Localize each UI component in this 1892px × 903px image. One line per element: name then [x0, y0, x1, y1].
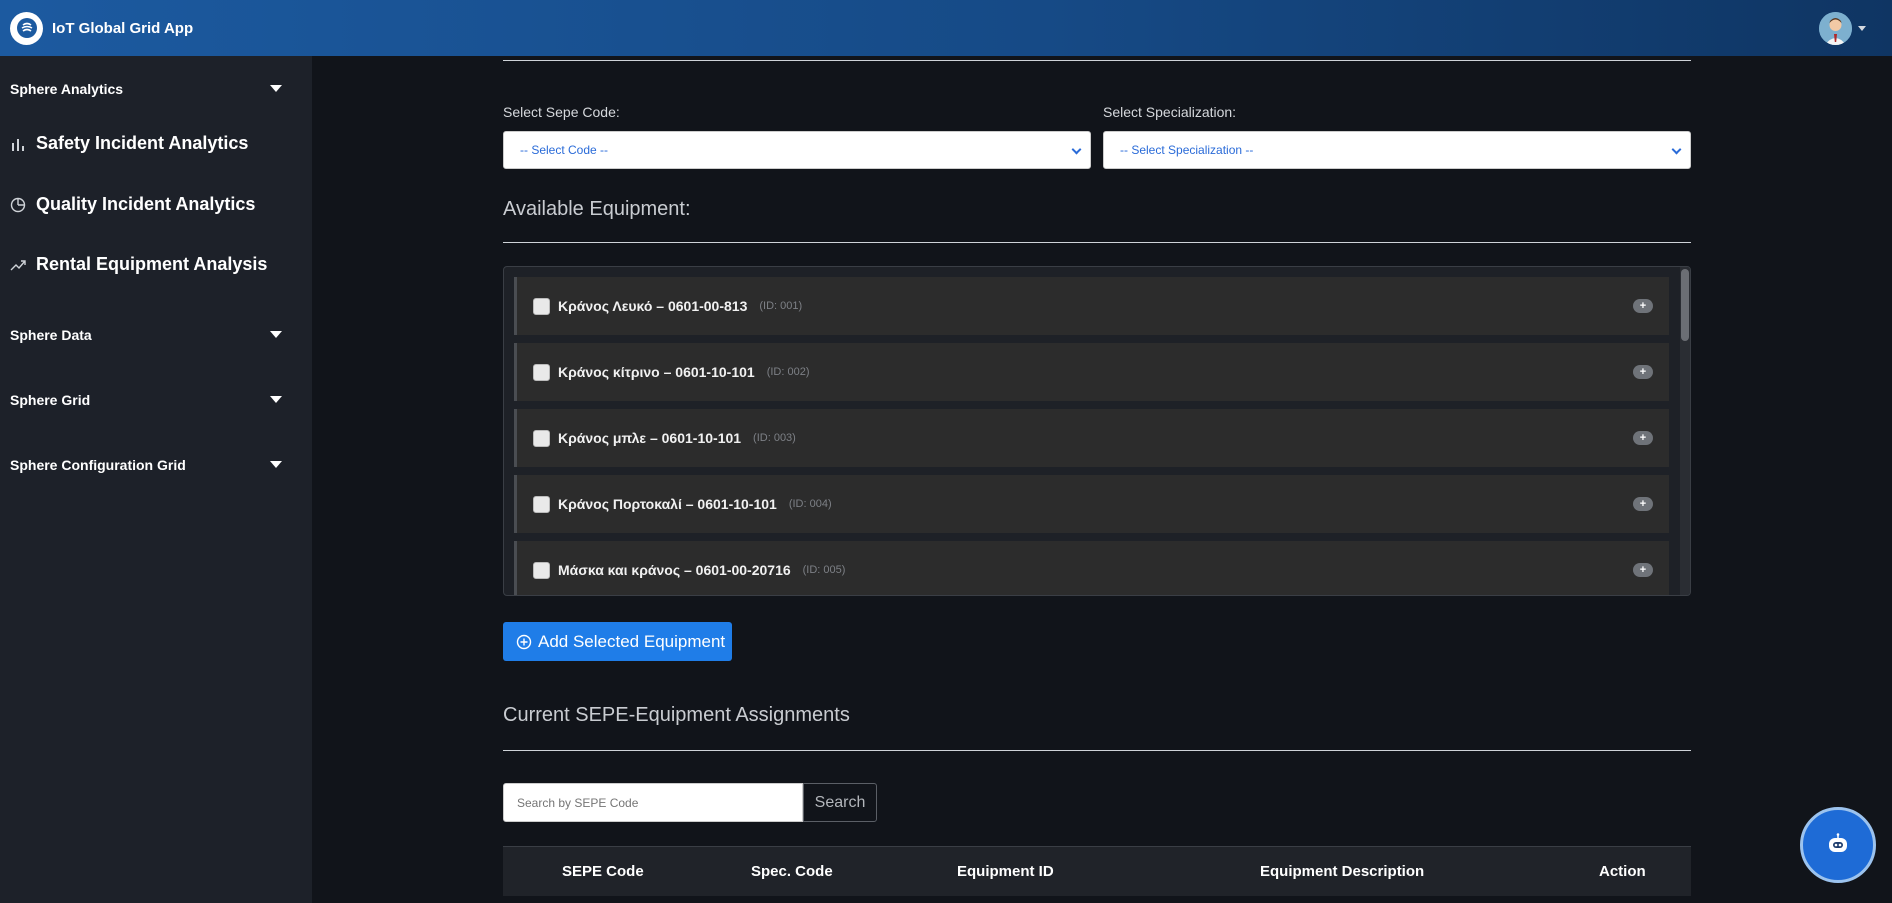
app-title[interactable]: IoT Global Grid App	[52, 20, 193, 37]
sepe-code-select[interactable]: -- Select Code --	[503, 131, 1091, 169]
assignments-table-header: SEPE Code Spec. Code Equipment ID Equipm…	[503, 846, 1691, 896]
sepe-code-label: Select Sepe Code:	[503, 104, 620, 120]
scrollbar[interactable]	[1680, 267, 1690, 595]
list-item[interactable]: Κράνος μπλε – 0601-10-101 (ID: 003) +	[514, 409, 1669, 467]
list-item[interactable]: Κράνος Πορτοκαλί – 0601-10-101 (ID: 004)…	[514, 475, 1669, 533]
top-header: IoT Global Grid App	[0, 0, 1892, 56]
column-header-action[interactable]: Action	[1599, 863, 1646, 880]
expand-icon[interactable]: +	[1633, 299, 1653, 313]
equipment-name: Κράνος Λευκό – 0601-00-813	[558, 298, 748, 314]
column-header-equipment-id[interactable]: Equipment ID	[957, 863, 1054, 880]
caret-down-icon[interactable]	[270, 85, 282, 92]
equipment-id: (ID: 001)	[759, 300, 803, 312]
sidebar-item-label: Quality Incident Analytics	[36, 194, 256, 214]
equipment-name: Κράνος μπλε – 0601-10-101	[558, 430, 742, 446]
equipment-list[interactable]: Κράνος Λευκό – 0601-00-813 (ID: 001) + Κ…	[503, 266, 1691, 596]
chatbot-icon	[1829, 833, 1847, 852]
expand-icon[interactable]: +	[1633, 365, 1653, 379]
chevron-down-icon[interactable]	[1858, 26, 1866, 31]
equipment-id: (ID: 002)	[766, 366, 810, 378]
trend-up-icon	[10, 259, 26, 270]
divider	[503, 750, 1691, 751]
expand-icon[interactable]: +	[1633, 563, 1653, 577]
list-item[interactable]: Μάσκα και κράνος – 0601-00-20716 (ID: 00…	[514, 541, 1669, 595]
sidebar-item-label: Safety Incident Analytics	[36, 133, 249, 153]
list-item[interactable]: Κράνος κίτρινο – 0601-10-101 (ID: 002) +	[514, 343, 1669, 401]
add-selected-equipment-button[interactable]: Add Selected Equipment	[503, 622, 732, 661]
equipment-id: (ID: 003)	[753, 432, 796, 444]
sidebar-section-sphere-data[interactable]: Sphere Data	[10, 327, 92, 343]
sidebar-item-label: Rental Equipment Analysis	[36, 254, 268, 274]
sidebar-item-quality-incident-analytics[interactable]: Quality Incident Analytics	[10, 194, 255, 215]
equipment-name: Κράνος κίτρινο – 0601-10-101	[558, 364, 755, 380]
caret-down-icon[interactable]	[270, 331, 282, 338]
search-input-field[interactable]	[504, 784, 802, 821]
expand-icon[interactable]: +	[1633, 497, 1653, 511]
avatar[interactable]	[1819, 12, 1852, 45]
equipment-id: (ID: 004)	[788, 498, 832, 510]
search-input[interactable]	[503, 783, 803, 822]
available-equipment-title: Available Equipment:	[503, 198, 691, 220]
bar-chart-icon	[12, 138, 24, 151]
sidebar: Sphere Analytics Safety Incident Analyti…	[0, 56, 312, 903]
caret-down-icon[interactable]	[270, 461, 282, 468]
equipment-checkbox[interactable]	[533, 429, 550, 447]
equipment-checkbox[interactable]	[533, 363, 550, 381]
equipment-checkbox[interactable]	[533, 495, 550, 513]
equipment-checkbox[interactable]	[533, 297, 550, 315]
column-header-sepe-code[interactable]: SEPE Code	[562, 863, 644, 880]
specialization-select-value: -- Select Specialization --	[1120, 143, 1254, 157]
assignments-title: Current SEPE-Equipment Assignments	[503, 704, 850, 726]
search-button[interactable]: Search	[803, 783, 877, 822]
expand-icon[interactable]: +	[1633, 431, 1653, 445]
chevron-down-icon	[1671, 144, 1682, 155]
equipment-name: Κράνος Πορτοκαλί – 0601-10-101	[558, 496, 777, 512]
caret-down-icon[interactable]	[270, 396, 282, 403]
specialization-select[interactable]: -- Select Specialization --	[1103, 131, 1691, 169]
sidebar-section-sphere-analytics[interactable]: Sphere Analytics	[10, 81, 123, 97]
pie-chart-icon	[10, 197, 26, 212]
list-item[interactable]: Κράνος Λευκό – 0601-00-813 (ID: 001) +	[514, 277, 1669, 335]
chat-assistant-button[interactable]	[1800, 807, 1876, 883]
equipment-id: (ID: 005)	[802, 564, 846, 576]
equipment-name: Μάσκα και κράνος – 0601-00-20716	[558, 562, 791, 578]
add-selected-equipment-label: Add Selected Equipment	[538, 631, 726, 651]
main-content: Select Sepe Code: -- Select Code -- Sele…	[312, 56, 1892, 903]
specialization-label: Select Specialization:	[1103, 104, 1237, 120]
sidebar-section-sphere-grid[interactable]: Sphere Grid	[10, 392, 90, 408]
user-menu[interactable]	[1819, 12, 1866, 45]
sidebar-section-sphere-configuration-grid[interactable]: Sphere Configuration Grid	[10, 457, 186, 473]
divider	[503, 242, 1691, 243]
app-logo-icon[interactable]	[10, 11, 43, 45]
column-header-spec-code[interactable]: Spec. Code	[751, 863, 833, 880]
sidebar-item-rental-equipment-analysis[interactable]: Rental Equipment Analysis	[10, 254, 267, 275]
sidebar-item-safety-incident-analytics[interactable]: Safety Incident Analytics	[10, 133, 248, 154]
column-header-equipment-description[interactable]: Equipment Description	[1260, 863, 1424, 880]
chevron-down-icon	[1071, 144, 1082, 155]
divider	[503, 60, 1691, 61]
scrollbar-thumb[interactable]	[1681, 269, 1689, 341]
equipment-checkbox[interactable]	[533, 561, 550, 579]
plus-circle-icon	[516, 634, 532, 649]
sepe-code-select-value: -- Select Code --	[520, 143, 609, 157]
